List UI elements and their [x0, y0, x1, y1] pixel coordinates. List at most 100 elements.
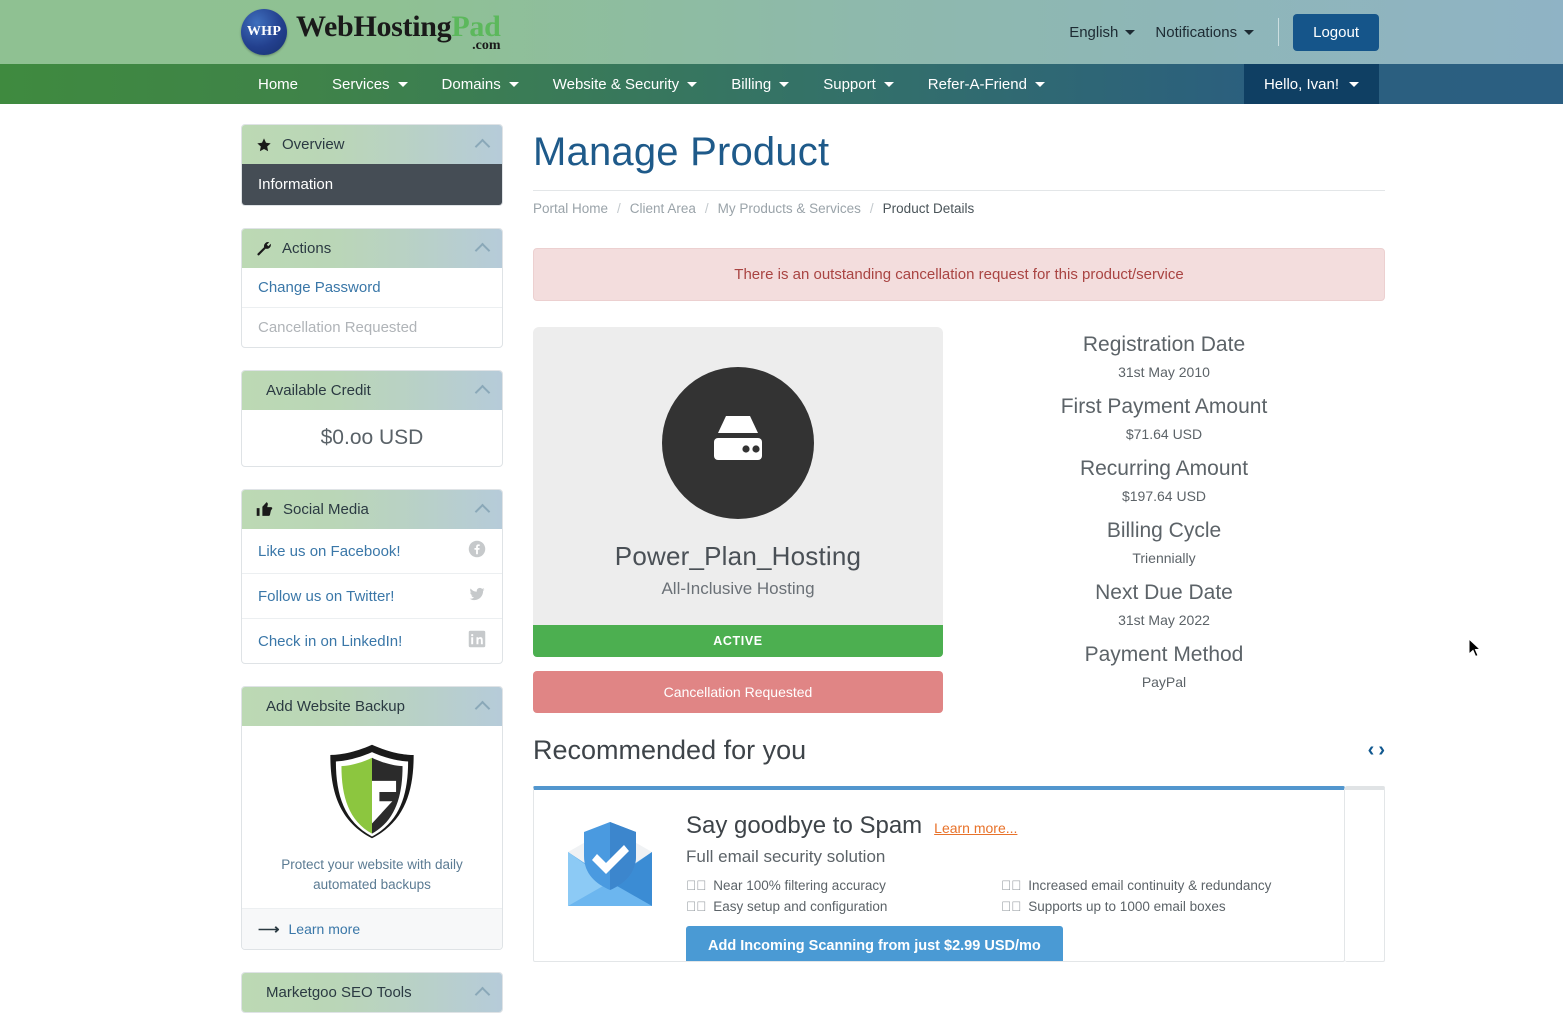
wrench-icon: [257, 241, 271, 255]
panel-title: Marketgoo SEO Tools: [266, 984, 412, 1002]
nav-item-refer-a-friend[interactable]: Refer-A-Friend: [911, 64, 1062, 104]
nav-item-domains[interactable]: Domains: [425, 64, 536, 104]
logout-button[interactable]: Logout: [1293, 13, 1379, 51]
nav-item-support[interactable]: Support: [806, 64, 911, 104]
language-selector[interactable]: English: [1059, 18, 1145, 47]
breadcrumb-my-products-services[interactable]: My Products & Services: [718, 201, 861, 216]
nav-item-website-security[interactable]: Website & Security: [536, 64, 714, 104]
promo-learn-more-link[interactable]: Learn more...: [934, 820, 1017, 836]
panel-title: Social Media: [283, 501, 369, 518]
cancellation-alert: There is an outstanding cancellation req…: [533, 248, 1385, 301]
notifications-label: Notifications: [1155, 23, 1238, 41]
check-circle-icon: ✓⃝: [1001, 878, 1022, 893]
panel-credit-header[interactable]: Available Credit: [242, 371, 502, 410]
product-subtitle: All-Inclusive Hosting: [661, 579, 815, 598]
check-circle-icon: ✓⃝: [686, 878, 707, 893]
promo-card-spam: Say goodbye to Spam Learn more... Full e…: [533, 786, 1345, 962]
chevron-up-icon[interactable]: [474, 242, 491, 259]
sidebar-item-facebook[interactable]: Like us on Facebook!: [242, 529, 502, 573]
chevron-right-icon[interactable]: ›: [1378, 739, 1385, 762]
backup-caption: Protect your website with daily automate…: [281, 857, 463, 892]
nav-item-services[interactable]: Services: [315, 64, 425, 104]
page-title: Manage Product: [533, 130, 830, 174]
nav-label: Billing: [731, 75, 772, 93]
panel-actions-header[interactable]: Actions: [242, 229, 502, 268]
panel-overview-header[interactable]: Overview: [242, 125, 502, 164]
detail-value-first-payment-amount: $71.64 USD: [1125, 426, 1203, 442]
cancellation-requested-button[interactable]: Cancellation Requested: [533, 671, 943, 713]
title-divider: [533, 190, 1385, 191]
backup-learn-more[interactable]: ⟶ Learn more: [242, 908, 502, 950]
site-logo[interactable]: WHP WebHostingPad .com: [241, 9, 501, 55]
sidebar-item-change-password[interactable]: Change Password: [242, 268, 502, 307]
chevron-down-icon: [687, 81, 698, 87]
user-menu[interactable]: Hello, Ivan!: [1243, 64, 1379, 104]
chevron-up-icon[interactable]: [474, 384, 491, 401]
panel-actions: Actions Change Password Cancellation Req…: [241, 228, 503, 348]
detail-label-payment-method: Payment Method: [1084, 643, 1244, 666]
promo-feature: ✓⃝ Increased email continuity & redundan…: [1001, 878, 1320, 893]
notifications-menu[interactable]: Notifications: [1145, 18, 1264, 47]
promo-cta-button[interactable]: Add Incoming Scanning from just $2.99 US…: [686, 926, 1063, 961]
promo-feature-label: Near 100% filtering accuracy: [713, 878, 886, 893]
panel-marketgoo-header[interactable]: Marketgoo SEO Tools: [242, 973, 502, 1013]
breadcrumb-separator: /: [617, 201, 621, 216]
promo-feature: ✓⃝ Easy setup and configuration: [686, 899, 1001, 914]
sidebar-item-cancellation-requested: Cancellation Requested: [242, 307, 502, 347]
recommended-carousel: Say goodbye to Spam Learn more... Full e…: [533, 786, 1385, 962]
panel-backup-body: Protect your website with daily automate…: [242, 726, 502, 908]
logo-name-first: WebHosting: [296, 9, 452, 43]
detail-label-recurring-amount: Recurring Amount: [1079, 457, 1249, 480]
panel-actions-body: Change Password Cancellation Requested: [242, 268, 502, 347]
panel-social-header[interactable]: Social Media: [242, 490, 502, 529]
chevron-up-icon[interactable]: [474, 700, 491, 717]
promo-card-next[interactable]: [1345, 786, 1385, 962]
whp-badge-icon: WHP: [241, 9, 287, 55]
social-label: Like us on Facebook!: [258, 542, 401, 560]
detail-value-recurring-amount: $197.64 USD: [1121, 488, 1207, 504]
panel-social-media: Social Media Like us on Facebook! Follow…: [241, 489, 503, 664]
breadcrumb-portal-home[interactable]: Portal Home: [533, 201, 608, 216]
chevron-up-icon[interactable]: [474, 138, 491, 155]
chevron-down-icon: [397, 81, 408, 87]
nav-item-home[interactable]: Home: [241, 64, 315, 104]
product-summary-row: Power_Plan_Hosting All-Inclusive Hosting…: [533, 327, 1385, 713]
panel-title: Available Credit: [266, 382, 371, 399]
chevron-down-icon: [883, 81, 894, 87]
sidebar-item-information[interactable]: Information: [242, 164, 502, 205]
sidebar-item-linkedin[interactable]: Check in on LinkedIn!: [242, 618, 502, 663]
product-card-column: Power_Plan_Hosting All-Inclusive Hosting…: [533, 327, 943, 713]
arrow-right-icon: ⟶: [258, 921, 280, 939]
promo-card-body: Say goodbye to Spam Learn more... Full e…: [686, 812, 1320, 961]
language-label: English: [1069, 23, 1119, 41]
chevron-up-icon[interactable]: [474, 986, 491, 1003]
nav-label: Website & Security: [552, 75, 680, 93]
panel-overview-body: Information: [242, 164, 502, 205]
navbar-items: Home Services Domains Website & Security…: [241, 64, 1062, 104]
breadcrumb-separator: /: [869, 201, 874, 216]
detail-label-first-payment-amount: First Payment Amount: [1060, 395, 1268, 418]
promo-heading-row: Say goodbye to Spam Learn more...: [686, 812, 1320, 840]
linkedin-icon: [468, 630, 486, 652]
breadcrumb-product-details: Product Details: [882, 201, 975, 216]
codeguard-shield-icon: [330, 744, 414, 839]
twitter-icon: [468, 585, 486, 607]
sidebar: Overview Information Actions Change Pass…: [241, 104, 503, 1035]
chevron-up-icon[interactable]: [474, 503, 491, 520]
panel-backup-header[interactable]: Add Website Backup: [242, 687, 502, 726]
available-credit-amount: $0.oo USD: [320, 426, 424, 449]
detail-label-billing-cycle: Billing Cycle: [1106, 519, 1222, 542]
recommended-title: Recommended for you: [533, 735, 807, 765]
logo-badge-text: WHP: [246, 24, 282, 39]
chevron-down-icon: [1034, 81, 1045, 87]
chevron-left-icon[interactable]: ‹: [1368, 739, 1375, 762]
nav-item-billing[interactable]: Billing: [714, 64, 806, 104]
sidebar-item-twitter[interactable]: Follow us on Twitter!: [242, 573, 502, 618]
nav-label: Support: [823, 75, 876, 93]
panel-title: Overview: [282, 136, 345, 153]
breadcrumb-client-area[interactable]: Client Area: [630, 201, 696, 216]
facebook-icon: [468, 540, 486, 562]
user-menu-label: Hello, Ivan!: [1263, 75, 1339, 93]
logo-wordmark: WebHostingPad .com: [296, 9, 501, 53]
carousel-nav: ‹ ›: [1368, 739, 1385, 762]
